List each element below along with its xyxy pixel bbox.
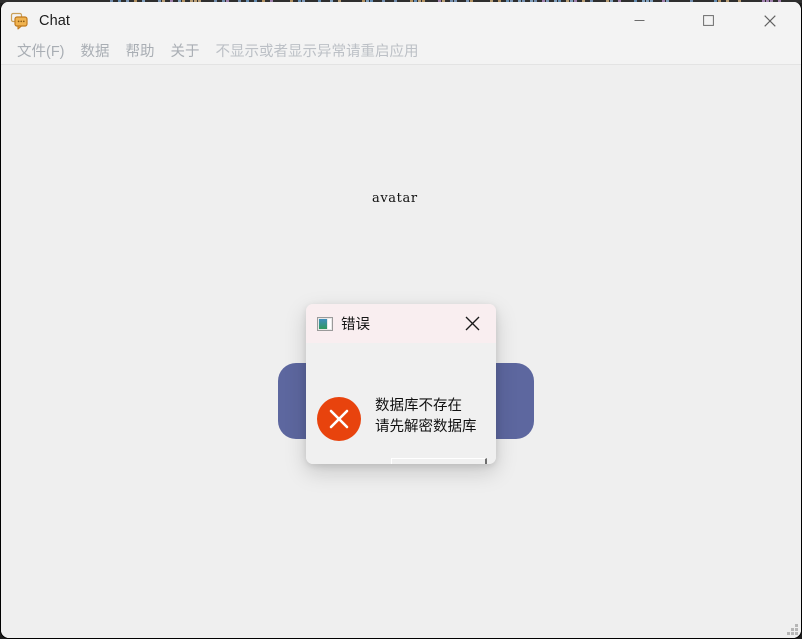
dialog-message-line-1: 数据库不存在 bbox=[375, 398, 462, 414]
menu-bar: 文件(F) 数据 帮助 关于 不显示或者显示异常请重启应用 bbox=[1, 39, 801, 65]
avatar-placeholder-label: avatar bbox=[372, 191, 418, 206]
close-button[interactable] bbox=[747, 2, 793, 39]
minimize-icon bbox=[634, 20, 644, 21]
dialog-body: 数据库不存在 请先解密数据库 OK bbox=[306, 343, 496, 464]
menu-item-help[interactable]: 帮助 bbox=[118, 41, 163, 63]
minimize-button[interactable] bbox=[616, 2, 662, 39]
close-icon bbox=[465, 316, 479, 331]
menu-item-data[interactable]: 数据 bbox=[73, 41, 118, 63]
chat-bubble-icon bbox=[10, 12, 28, 30]
error-circle-icon bbox=[317, 397, 361, 441]
menu-bar-hint-text: 不显示或者显示异常请重启应用 bbox=[215, 43, 419, 60]
dialog-message-line-2: 请先解密数据库 bbox=[375, 419, 477, 435]
menu-item-file[interactable]: 文件(F) bbox=[9, 41, 73, 63]
ok-button[interactable]: OK bbox=[391, 458, 487, 464]
dialog-title: 错误 bbox=[341, 317, 370, 333]
client-area: avatar 错误 数据库不存在 请先解密数据库 bbox=[1, 65, 801, 638]
resize-grip-icon[interactable] bbox=[785, 622, 798, 635]
chat-application-window: Chat 文件(F) 数据 帮助 关于 不显示或者显示异常请重启应用 avata… bbox=[0, 2, 802, 639]
dialog-title-bar: 错误 bbox=[306, 304, 496, 343]
maximize-icon bbox=[702, 15, 714, 26]
dialog-message: 数据库不存在 请先解密数据库 bbox=[375, 396, 477, 438]
error-dialog: 错误 数据库不存在 请先解密数据库 bbox=[306, 304, 496, 464]
title-bar: Chat bbox=[1, 2, 801, 39]
close-icon bbox=[764, 14, 776, 27]
dialog-close-button[interactable] bbox=[454, 304, 490, 343]
x-mark-icon bbox=[329, 409, 349, 429]
menu-item-about[interactable]: 关于 bbox=[163, 41, 208, 63]
maximize-button[interactable] bbox=[685, 2, 731, 39]
window-title: Chat bbox=[39, 12, 71, 29]
app-window-icon bbox=[317, 316, 333, 331]
